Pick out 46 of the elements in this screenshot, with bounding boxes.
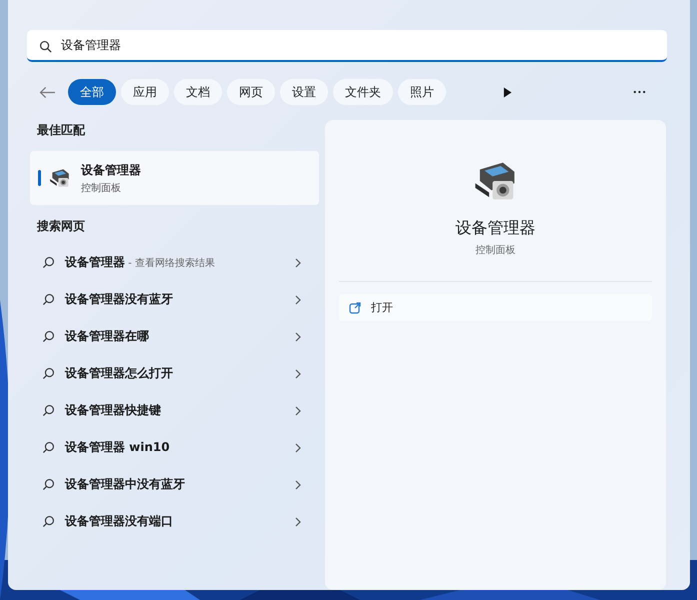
search-icon	[42, 515, 55, 528]
chevron-right-icon[interactable]	[295, 368, 301, 378]
filter-tab[interactable]: 全部	[68, 79, 116, 105]
search-field[interactable]: 设备管理器	[27, 30, 667, 62]
chevron-right-icon[interactable]	[295, 406, 301, 416]
search-icon	[42, 441, 55, 454]
chevron-right-icon[interactable]	[295, 442, 301, 452]
search-icon	[42, 330, 55, 343]
filter-tab[interactable]: 应用	[121, 79, 169, 105]
search-suggestion[interactable]: 设备管理器在哪	[65, 328, 295, 345]
filter-tab[interactable]: 网页	[227, 79, 275, 105]
chevron-right-icon[interactable]	[295, 516, 301, 526]
search-suggestion[interactable]: 设备管理器 win10	[65, 439, 295, 456]
search-icon	[42, 367, 55, 380]
filter-tab[interactable]: 照片	[398, 79, 446, 105]
play-icon[interactable]	[503, 86, 512, 98]
back-arrow-icon[interactable]	[39, 86, 56, 98]
filter-tab[interactable]: 文档	[174, 79, 222, 105]
more-icon[interactable]	[633, 90, 646, 94]
search-suggestion[interactable]: 设备管理器怎么打开	[65, 365, 295, 382]
search-suggestion[interactable]: 设备管理器中没有蓝牙	[65, 476, 295, 493]
search-icon	[42, 478, 55, 491]
search-suggestion[interactable]: 设备管理器快捷键	[65, 402, 295, 419]
search-suggestion[interactable]: 设备管理器 - 查看网络搜索结果	[65, 254, 295, 271]
filter-tab[interactable]: 设置	[280, 79, 328, 105]
best-match-item[interactable]: 设备管理器 控制面板	[30, 151, 319, 205]
search-suggestion[interactable]: 设备管理器没有蓝牙	[65, 291, 295, 308]
result-title: 设备管理器	[81, 162, 141, 178]
open-action[interactable]: 打开	[339, 294, 652, 321]
camera-printer-icon	[49, 167, 71, 189]
detail-title: 设备管理器	[456, 218, 536, 239]
chevron-right-icon[interactable]	[295, 294, 301, 304]
section-heading: 最佳匹配	[37, 122, 86, 139]
filter-tab[interactable]: 文件夹	[333, 79, 393, 105]
detail-subtitle: 控制面板	[476, 244, 516, 257]
chevron-right-icon[interactable]	[295, 332, 301, 342]
search-icon	[42, 256, 55, 269]
search-icon	[42, 404, 55, 417]
search-suggestion[interactable]: 设备管理器没有端口	[65, 513, 295, 530]
section-heading: 搜索网页	[37, 218, 86, 235]
result-subtitle: 控制面板	[81, 182, 122, 194]
search-icon	[39, 40, 52, 53]
chevron-right-icon[interactable]	[295, 480, 301, 490]
search-icon	[42, 293, 55, 306]
chevron-right-icon[interactable]	[295, 258, 301, 268]
external-link-icon	[349, 302, 361, 314]
